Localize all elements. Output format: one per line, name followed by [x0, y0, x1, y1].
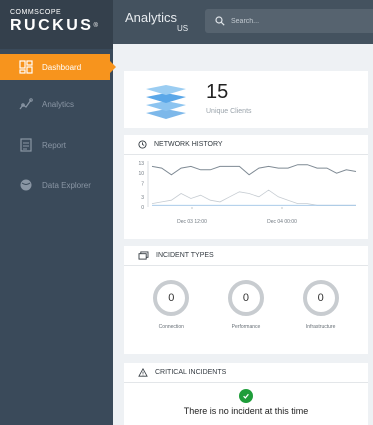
unique-clients-card[interactable]: 15 Unique Clients — [124, 71, 368, 128]
warning-icon — [138, 368, 148, 377]
search-icon — [215, 16, 225, 26]
incident-label: Performance — [231, 324, 261, 330]
incident-performance[interactable]: 0 Performance — [211, 280, 281, 330]
chart-y-tick: 10 — [138, 171, 144, 177]
chart-y-tick: 3 — [141, 195, 144, 201]
top-bar: Analytics US — [113, 0, 373, 44]
chart-x-tick: Dec 04 00:00 — [267, 219, 297, 225]
clients-stack-icon — [144, 79, 188, 126]
incident-ring: 0 — [227, 280, 264, 316]
brand-logo[interactable]: COMMSCOPE RUCKUS® — [0, 0, 113, 49]
sidebar-item-label: Dashboard — [42, 62, 82, 72]
page-title: Analytics — [125, 10, 178, 25]
dashboard-icon — [18, 59, 34, 75]
card-header: INCIDENT TYPES — [124, 246, 368, 266]
no-incident-message: There is no incident at this time — [183, 406, 309, 416]
unique-clients-count: 15 — [206, 81, 229, 103]
sidebar: COMMSCOPE RUCKUS® Dashboard Analytics Re… — [0, 0, 116, 425]
brand-name: RUCKUS — [10, 17, 94, 34]
incident-ring: 0 — [302, 280, 339, 316]
network-history-card: NETWORK HISTORY 13 10 7 3 0 Dec 03 12:00 Dec 0… — [124, 135, 368, 239]
chart-y-tick: 0 — [141, 205, 144, 211]
network-history-chart[interactable]: 13 10 7 3 0 Dec 03 12:00 Dec 04 00:00 — [124, 155, 368, 239]
incident-infrastructure[interactable]: 0 Infrastructure — [286, 280, 356, 330]
network-history-title: NETWORK HISTORY — [154, 141, 223, 148]
search-input[interactable] — [231, 17, 371, 25]
brand-vendor: COMMSCOPE — [10, 9, 62, 16]
sidebar-item-report[interactable]: Report — [0, 132, 113, 158]
history-icon — [138, 140, 147, 149]
chart-x-tick: Dec 03 12:00 — [177, 219, 207, 225]
data-explorer-icon — [18, 177, 34, 193]
incident-label: Infrastructure — [305, 324, 336, 330]
chart-y-tick: 7 — [141, 181, 144, 187]
incident-types-icon — [138, 251, 149, 260]
incident-types-title: INCIDENT TYPES — [156, 252, 214, 259]
critical-incidents-title: CRITICAL INCIDENTS — [155, 369, 227, 376]
search-box[interactable] — [205, 9, 373, 33]
analytics-icon — [18, 96, 34, 112]
card-header: NETWORK HISTORY — [124, 135, 368, 155]
region-label: US — [177, 24, 189, 33]
chart-series-line-0 — [151, 164, 357, 176]
sidebar-item-label: Data Explorer — [42, 180, 91, 190]
sidebar-item-analytics[interactable]: Analytics — [0, 91, 113, 117]
report-icon — [18, 137, 34, 153]
sidebar-item-label: Analytics — [42, 99, 75, 109]
chart-series-line-1 — [151, 189, 356, 206]
critical-incidents-card: CRITICAL INCIDENTS There is no incident … — [124, 363, 368, 425]
chart-y-tick: 13 — [138, 161, 144, 167]
incident-label: Connection — [158, 324, 184, 330]
sidebar-item-label: Report — [42, 140, 67, 150]
check-icon — [239, 389, 253, 403]
card-header: CRITICAL INCIDENTS — [124, 363, 368, 383]
sidebar-item-dashboard[interactable]: Dashboard — [0, 54, 116, 80]
unique-clients-label: Unique Clients — [206, 108, 252, 115]
incident-types-card: INCIDENT TYPES 0 Connection 0 Performanc… — [124, 246, 368, 354]
sidebar-item-data-explorer[interactable]: Data Explorer — [0, 172, 113, 198]
incident-connection[interactable]: 0 Connection — [136, 280, 206, 330]
incident-ring: 0 — [153, 280, 190, 316]
